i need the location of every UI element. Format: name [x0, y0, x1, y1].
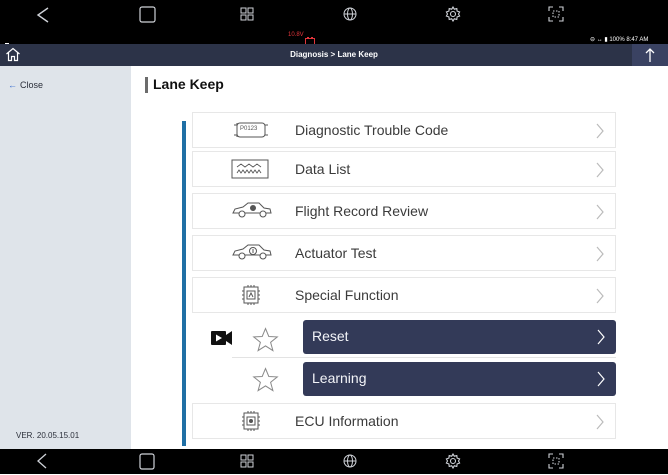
menu-item-label: Flight Record Review [295, 203, 429, 219]
menu-item-label: ECU Information [295, 413, 399, 429]
menu-item-special-function[interactable]: Special Function [192, 277, 616, 313]
settings-gear-icon[interactable] [445, 5, 461, 27]
star-icon[interactable] [252, 367, 279, 398]
ecu-chip-icon [239, 408, 263, 439]
sidebar [0, 66, 131, 449]
back-arrow-icon: ← [8, 80, 17, 90]
fullscreen-icon[interactable] [548, 453, 564, 474]
chevron-right-icon [595, 245, 605, 268]
battery-voltage: 10.8V [288, 32, 304, 38]
recent-apps-icon[interactable] [139, 6, 156, 28]
chevron-right-icon [596, 328, 606, 351]
dtc-icon [231, 120, 271, 145]
menu-item-label: Diagnostic Trouble Code [295, 122, 449, 138]
menu-item-label: Data List [295, 161, 351, 177]
menu-item-label: Actuator Test [295, 245, 377, 261]
globe-icon[interactable] [343, 7, 357, 26]
chevron-right-icon [596, 370, 606, 393]
system-bottom-bar [0, 449, 668, 474]
menu-item-data-list[interactable]: Data List [192, 151, 616, 187]
car-icon [231, 200, 273, 225]
chevron-right-icon [595, 413, 605, 436]
menu-item-learning[interactable]: Learning [303, 362, 616, 396]
breadcrumb: Diagnosis > Lane Keep [290, 50, 378, 59]
status-indicators: ⊖ ↔ ▮ 100% 8:47 AM [590, 37, 649, 43]
divider [232, 357, 616, 358]
chevron-right-icon [595, 161, 605, 184]
accent-line [182, 121, 186, 446]
menu-item-diagnostic-trouble-code[interactable]: P0123 Diagnostic Trouble Code [192, 112, 616, 148]
version-label: VER. 20.05.15.01 [16, 431, 80, 440]
data-list-icon [231, 158, 269, 185]
video-camera-icon[interactable] [211, 330, 233, 351]
chevron-right-icon [595, 203, 605, 226]
menu-item-label: Reset [312, 328, 349, 344]
globe-icon[interactable] [343, 454, 357, 473]
menu-item-actuator-test[interactable]: Actuator Test [192, 235, 616, 271]
chevron-right-icon [595, 122, 605, 145]
chevron-right-icon [595, 287, 605, 310]
grid-icon[interactable] [240, 454, 254, 473]
car-actuator-icon [231, 242, 273, 267]
star-icon[interactable] [252, 327, 279, 358]
settings-gear-icon[interactable] [445, 452, 461, 474]
close-button[interactable]: ← Close [8, 80, 43, 90]
system-top-bar: 10.8V ⊖ ↔ ▮ 100% 8:47 AM [0, 0, 668, 47]
menu-item-ecu-information[interactable]: ECU Information [192, 403, 616, 439]
recent-apps-icon[interactable] [139, 453, 155, 475]
menu-item-reset[interactable]: Reset [303, 320, 616, 354]
chip-icon [239, 282, 263, 313]
page-title: Lane Keep [153, 76, 224, 92]
menu-item-flight-record-review[interactable]: Flight Record Review [192, 193, 616, 229]
close-label: Close [20, 80, 44, 90]
dtc-chip-label: P0123 [240, 126, 258, 132]
menu-item-label: Learning [312, 370, 367, 386]
back-icon[interactable] [36, 7, 50, 28]
menu-item-label: Special Function [295, 287, 399, 303]
fullscreen-icon[interactable] [548, 6, 564, 27]
grid-icon[interactable] [240, 7, 254, 26]
title-marker [145, 77, 148, 93]
back-icon[interactable] [36, 453, 48, 474]
